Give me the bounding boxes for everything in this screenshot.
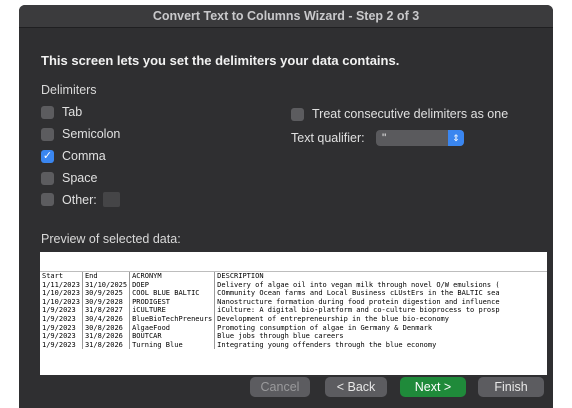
finish-button[interactable]: Finish [478,377,544,397]
preview-cell: COOL BLUE BALTIC [129,289,216,298]
tab-checkbox[interactable]: Tab [41,105,82,119]
preview-cell: 30/9/2028 [82,297,131,307]
preview-row: 1/9/2023 31/8/2027 iCULTURE iCulture: A dig… [40,306,502,315]
preview-header-row: Start End ACRONYM DESCRIPTION [40,272,502,281]
preview-cell: Promoting consumption of algae in German… [217,323,433,332]
semicolon-checkbox[interactable]: Semicolon [41,127,120,141]
space-checkbox[interactable]: Space [41,171,97,185]
delimiters-label: Delimiters [41,83,97,97]
preview-cell: 1/11/2023 [40,280,83,290]
preview-cell: iCULTURE [129,306,216,315]
preview-cell: BlueBioTechPreneurs [129,314,216,324]
consecutive-delimiters-checkbox[interactable]: Treat consecutive delimiters as one [291,107,508,121]
space-checkbox-box[interactable] [41,171,54,185]
preview-cell: 1/9/2023 [40,340,83,350]
comma-label: Comma [62,149,106,163]
preview-cell: DOEP [129,280,216,290]
preview-row: 1/9/2023 30/8/2026 AlgaeFood Promoting cons… [40,323,502,333]
semicolon-checkbox-box[interactable] [41,127,54,141]
preview-row: 1/11/2023 31/10/2025 DOEP Delivery of algae… [40,280,502,290]
preview-header-strip [40,252,547,272]
preview-cell: 30/9/2025 [82,289,131,298]
preview-cell: 1/9/2023 [40,323,83,333]
preview-cell: Development of entrepreneurship in the b… [217,314,449,323]
dialog-title: Convert Text to Columns Wizard - Step 2 … [19,5,553,28]
preview-cell: 1/9/2023 [40,306,83,315]
preview-row: 1/10/2023 30/9/2028 PRODIGEST Nanostructure… [40,297,502,307]
preview-cell: 31/10/2025 [82,280,131,290]
preview-cell: 1/9/2023 [40,314,83,324]
preview-row: 1/9/2023 31/8/2026 BOUTCAR Blue jobs throug… [40,332,502,341]
preview-cell: Start [40,272,83,281]
other-checkbox[interactable]: Other: [41,192,120,207]
checkmark-icon[interactable]: ✓ [41,149,54,163]
cancel-button[interactable]: Cancel [250,377,310,397]
back-button[interactable]: < Back [325,377,387,397]
preview-cell: Nanostructure formation during food prot… [217,297,500,306]
preview-cell: 1/9/2023 [40,332,83,341]
text-to-columns-dialog: Convert Text to Columns Wizard - Step 2 … [19,5,553,408]
preview-cell: Blue jobs through blue careers [217,332,344,341]
preview-cell: 30/8/2026 [82,323,131,333]
preview-cell: 30/4/2026 [82,314,131,324]
other-delimiter-field[interactable] [102,192,120,207]
text-qualifier-label: Text qualifier: [291,131,365,145]
preview-cell: End [82,272,131,281]
data-preview[interactable]: Start End ACRONYM DESCRIPTION 1/11/2023 31/10… [40,252,547,375]
preview-row: 1/9/2023 30/4/2026 BlueBioTechPreneurs Deve… [40,314,502,324]
text-qualifier-value: " [382,131,387,145]
comma-checkbox[interactable]: ✓ Comma [41,149,106,163]
next-button[interactable]: Next > [400,377,466,397]
semicolon-label: Semicolon [62,127,121,141]
preview-row: 1/9/2023 31/8/2026 Turning Blue Integrating… [40,340,502,350]
preview-row: 1/10/2023 30/9/2025 COOL BLUE BALTIC COmmun… [40,289,502,298]
preview-label: Preview of selected data: [41,232,181,246]
preview-cell: DESCRIPTION [217,272,264,280]
preview-cell: BOUTCAR [129,332,216,341]
preview-cell: 1/10/2023 [40,297,83,307]
preview-cell: 31/8/2026 [82,332,131,341]
text-qualifier-select[interactable]: " ⇕ [376,130,464,146]
tab-checkbox-box[interactable] [41,105,54,119]
preview-cell: 31/8/2026 [82,340,131,350]
preview-cell: Delivery of algae oil into vegan milk th… [217,280,500,289]
other-label: Other: [62,192,97,207]
preview-cell: Integrating young offenders through the … [217,340,437,349]
preview-cell: COmmunity Ocean farms and Local Business… [217,289,500,298]
preview-cell: iCulture: A digital bio-platform and co-… [217,306,500,315]
preview-cell: ACRONYM [129,272,216,281]
consecutive-label: Treat consecutive delimiters as one [312,107,509,121]
space-label: Space [62,171,98,185]
preview-cell: 1/10/2023 [40,289,83,298]
tab-label: Tab [62,105,83,119]
intro-text: This screen lets you set the delimiters … [41,53,400,68]
preview-cell: PRODIGEST [129,297,216,307]
preview-cell: Turning Blue [129,340,216,350]
chevron-updown-icon[interactable]: ⇕ [448,130,464,146]
consecutive-checkbox-box[interactable] [291,107,304,121]
other-checkbox-box[interactable] [41,193,54,206]
preview-table: Start End ACRONYM DESCRIPTION 1/11/2023 31/10… [40,272,502,350]
preview-cell: AlgaeFood [129,323,216,333]
preview-cell: 31/8/2027 [82,306,131,315]
